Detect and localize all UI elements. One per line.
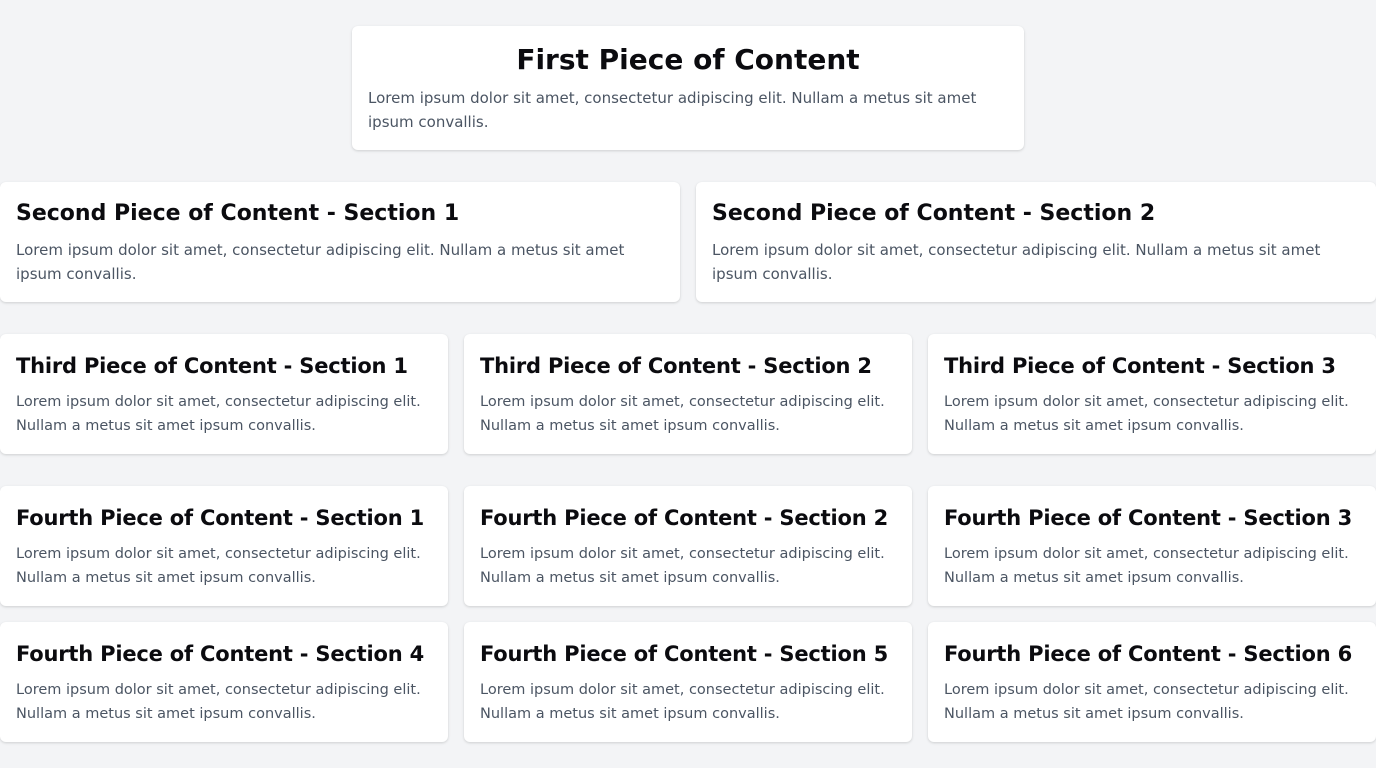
fourth-content-section-4-card: Fourth Piece of Content - Section 4 Lore… xyxy=(0,622,448,742)
second-content-section-1-body: Lorem ipsum dolor sit amet, consectetur … xyxy=(16,241,625,283)
fourth-content-section-2-body: Lorem ipsum dolor sit amet, consectetur … xyxy=(480,546,885,586)
first-content-title: First Piece of Content xyxy=(516,43,860,76)
fourth-content-section-1-body: Lorem ipsum dolor sit amet, consectetur … xyxy=(16,546,421,586)
fourth-content-section-3-title: Fourth Piece of Content - Section 3 xyxy=(944,506,1352,530)
fourth-content-section-1-title: Fourth Piece of Content - Section 1 xyxy=(16,506,424,530)
second-content-section-1-title: Second Piece of Content - Section 1 xyxy=(16,201,460,226)
third-content-section-1-title: Third Piece of Content - Section 1 xyxy=(16,354,408,378)
third-content-section-3-body: Lorem ipsum dolor sit amet, consectetur … xyxy=(944,394,1349,434)
second-content-section-2-body: Lorem ipsum dolor sit amet, consectetur … xyxy=(712,241,1321,283)
third-content-section-3-title: Third Piece of Content - Section 3 xyxy=(944,354,1336,378)
third-content-section-2-body: Lorem ipsum dolor sit amet, consectetur … xyxy=(480,394,885,434)
third-content-section-1-body: Lorem ipsum dolor sit amet, consectetur … xyxy=(16,394,421,434)
third-content-section-2-title: Third Piece of Content - Section 2 xyxy=(480,354,872,378)
fourth-content-section-4-body: Lorem ipsum dolor sit amet, consectetur … xyxy=(16,682,421,722)
fourth-content-section-5-title: Fourth Piece of Content - Section 5 xyxy=(480,642,888,666)
first-content-body: Lorem ipsum dolor sit amet, consectetur … xyxy=(368,89,977,131)
third-content-section-3-card: Third Piece of Content - Section 3 Lorem… xyxy=(928,334,1376,454)
fourth-content-section-2-card: Fourth Piece of Content - Section 2 Lore… xyxy=(464,486,912,606)
fourth-content-section-3-body: Lorem ipsum dolor sit amet, consectetur … xyxy=(944,546,1349,586)
fourth-content-section-5-card: Fourth Piece of Content - Section 5 Lore… xyxy=(464,622,912,742)
fourth-content-section-6-card: Fourth Piece of Content - Section 6 Lore… xyxy=(928,622,1376,742)
fourth-content-section-4-title: Fourth Piece of Content - Section 4 xyxy=(16,642,424,666)
first-content-card: First Piece of Content Lorem ipsum dolor… xyxy=(352,26,1024,150)
third-content-section-2-card: Third Piece of Content - Section 2 Lorem… xyxy=(464,334,912,454)
second-content-section-2-title: Second Piece of Content - Section 2 xyxy=(712,201,1156,226)
third-content-section-1-card: Third Piece of Content - Section 1 Lorem… xyxy=(0,334,448,454)
fourth-content-section-6-title: Fourth Piece of Content - Section 6 xyxy=(944,642,1352,666)
fourth-content-section-1-card: Fourth Piece of Content - Section 1 Lore… xyxy=(0,486,448,606)
second-content-section-1-card: Second Piece of Content - Section 1 Lore… xyxy=(0,182,680,302)
fourth-content-section-3-card: Fourth Piece of Content - Section 3 Lore… xyxy=(928,486,1376,606)
fourth-content-section-5-body: Lorem ipsum dolor sit amet, consectetur … xyxy=(480,682,885,722)
fourth-content-section-2-title: Fourth Piece of Content - Section 2 xyxy=(480,506,888,530)
second-content-section-2-card: Second Piece of Content - Section 2 Lore… xyxy=(696,182,1376,302)
fourth-content-section-6-body: Lorem ipsum dolor sit amet, consectetur … xyxy=(944,682,1349,722)
